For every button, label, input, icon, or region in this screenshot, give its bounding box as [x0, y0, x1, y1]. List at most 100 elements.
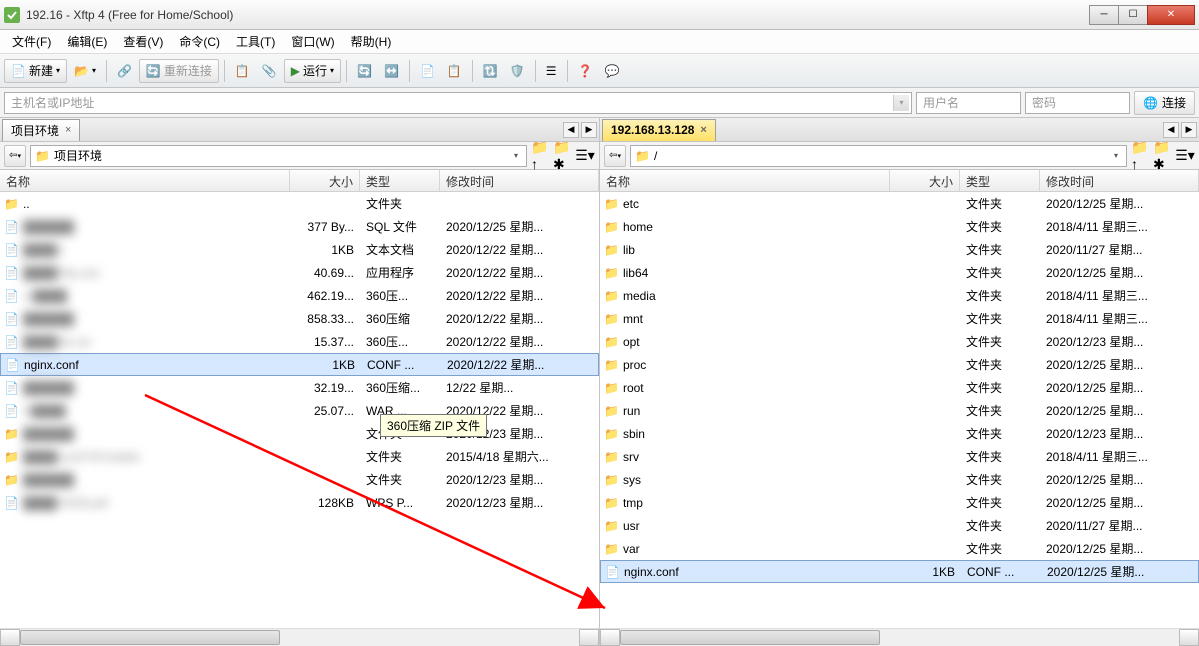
new-button[interactable]: 📄新建▾: [4, 59, 67, 83]
about-button[interactable]: 💬: [599, 59, 624, 83]
local-pane: 项目环境× ◀▶ ⇦▾ 📁项目环境▾ 📁↑ 📁✱ ☰▾ 名称 大小 类型 修改时…: [0, 118, 600, 646]
close-button[interactable]: ✕: [1147, 5, 1195, 25]
refresh-button[interactable]: 🔃: [478, 59, 503, 83]
remote-tab[interactable]: 192.168.13.128×: [602, 119, 716, 141]
new-folder-icon[interactable]: 📁✱: [1153, 146, 1173, 166]
file-row[interactable]: 📄██████377 By...SQL 文件2020/12/25 星期...: [0, 215, 599, 238]
menu-help[interactable]: 帮助(H): [345, 31, 398, 52]
file-row[interactable]: 📄N████25.07...WAR ...2020/12/22 星期...: [0, 399, 599, 422]
local-path-input[interactable]: 📁项目环境▾: [30, 145, 527, 167]
back-button[interactable]: ⇦▾: [4, 145, 26, 167]
file-row[interactable]: 📁██████文件夹2020/12/23 星期...: [0, 468, 599, 491]
file-row[interactable]: 📁opt文件夹2020/12/23 星期...: [600, 330, 1199, 353]
file-icon: 📄: [4, 243, 19, 257]
col-size[interactable]: 大小: [890, 170, 960, 191]
remote-scrollbar[interactable]: [600, 628, 1199, 646]
paste-button[interactable]: 📋: [442, 59, 467, 83]
file-row[interactable]: 📄██████858.33...360压缩2020/12/22 星期...: [0, 307, 599, 330]
maximize-button[interactable]: ☐: [1118, 5, 1148, 25]
file-row[interactable]: 📄vr████462.19...360压...2020/12/22 星期...: [0, 284, 599, 307]
back-button[interactable]: ⇦▾: [604, 145, 626, 167]
file-row[interactable]: 📁mnt文件夹2018/4/11 星期三...: [600, 307, 1199, 330]
view-icon[interactable]: ☰▾: [1175, 146, 1195, 166]
shield-button[interactable]: 🛡️: [505, 59, 530, 83]
password-input[interactable]: 密码: [1025, 92, 1130, 114]
file-icon: 📄: [4, 381, 19, 395]
col-type[interactable]: 类型: [360, 170, 440, 191]
connect-button[interactable]: 🌐连接: [1134, 91, 1195, 115]
tab-next-icon[interactable]: ▶: [581, 122, 597, 138]
folder-icon: 📁: [604, 197, 619, 211]
menu-edit[interactable]: 编辑(E): [61, 31, 113, 52]
view-icon[interactable]: ☰▾: [575, 146, 595, 166]
file-row[interactable]: 📁var文件夹2020/12/25 星期...: [600, 537, 1199, 560]
file-row[interactable]: 📁██████文件夹2020/12/23 星期...: [0, 422, 599, 445]
help-button[interactable]: ❓: [573, 59, 598, 83]
sync-button[interactable]: 🔄: [352, 59, 377, 83]
username-input[interactable]: 用户名: [916, 92, 1021, 114]
menu-file[interactable]: 文件(F): [6, 31, 57, 52]
host-input[interactable]: 主机名或IP地址▾: [4, 92, 912, 114]
file-name: ..: [23, 197, 30, 211]
close-icon[interactable]: ×: [700, 124, 706, 136]
minimize-button[interactable]: ─: [1089, 5, 1119, 25]
file-row[interactable]: 📁lib文件夹2020/11/27 星期...: [600, 238, 1199, 261]
file-row[interactable]: 📄nginx.conf1KBCONF ...2020/12/22 星期...: [0, 353, 599, 376]
reconnect-button[interactable]: 🔄重新连接: [139, 59, 219, 83]
tab-prev-icon[interactable]: ◀: [1163, 122, 1179, 138]
file-name: root: [623, 381, 644, 395]
tab-prev-icon[interactable]: ◀: [563, 122, 579, 138]
remote-path-input[interactable]: 📁/▾: [630, 145, 1127, 167]
file-row[interactable]: 📁████cureFXPortable文件夹2015/4/18 星期六...: [0, 445, 599, 468]
up-folder-icon[interactable]: 📁↑: [1131, 146, 1151, 166]
transfer-button[interactable]: ↔️: [379, 59, 404, 83]
folder-icon: 📁: [4, 197, 19, 211]
file-name: nginx.conf: [624, 565, 679, 579]
copy2-button[interactable]: 📄: [415, 59, 440, 83]
file-row[interactable]: 📁usr文件夹2020/11/27 星期...: [600, 514, 1199, 537]
list-button[interactable]: ☰: [541, 59, 562, 83]
file-row[interactable]: 📁run文件夹2020/12/25 星期...: [600, 399, 1199, 422]
new-folder-icon[interactable]: 📁✱: [553, 146, 573, 166]
local-scrollbar[interactable]: [0, 628, 599, 646]
menu-view[interactable]: 查看(V): [117, 31, 169, 52]
file-row[interactable]: 📄████04p.exe40.69...应用程序2020/12/22 星期...: [0, 261, 599, 284]
local-tab[interactable]: 项目环境×: [2, 119, 80, 141]
col-name[interactable]: 名称: [600, 170, 890, 191]
file-row[interactable]: 📄████.t1KB文本文档2020/12/22 星期...: [0, 238, 599, 261]
file-row[interactable]: 📁root文件夹2020/12/25 星期...: [600, 376, 1199, 399]
link-button[interactable]: 🔗: [112, 59, 137, 83]
file-row[interactable]: 📄████-0428.pdf128KBWPS P...2020/12/23 星期…: [0, 491, 599, 514]
col-name[interactable]: 名称: [0, 170, 290, 191]
file-row[interactable]: 📁sys文件夹2020/12/25 星期...: [600, 468, 1199, 491]
attach-button[interactable]: 📎: [257, 59, 282, 83]
close-icon[interactable]: ×: [65, 124, 71, 136]
menu-command[interactable]: 命令(C): [173, 31, 226, 52]
file-row[interactable]: 📁media文件夹2018/4/11 星期三...: [600, 284, 1199, 307]
menu-tools[interactable]: 工具(T): [230, 31, 281, 52]
file-row[interactable]: 📁home文件夹2018/4/11 星期三...: [600, 215, 1199, 238]
col-size[interactable]: 大小: [290, 170, 360, 191]
folder-icon: 📁: [604, 450, 619, 464]
file-row[interactable]: 📄████ble.rar15.37...360压...2020/12/22 星期…: [0, 330, 599, 353]
remote-pane: 192.168.13.128× ◀▶ ⇦▾ 📁/▾ 📁↑ 📁✱ ☰▾ 名称 大小…: [600, 118, 1199, 646]
file-row[interactable]: 📁sbin文件夹2020/12/23 星期...: [600, 422, 1199, 445]
file-row[interactable]: 📁proc文件夹2020/12/25 星期...: [600, 353, 1199, 376]
col-type[interactable]: 类型: [960, 170, 1040, 191]
up-folder-icon[interactable]: 📁↑: [531, 146, 551, 166]
tab-next-icon[interactable]: ▶: [1181, 122, 1197, 138]
menu-window[interactable]: 窗口(W): [285, 31, 340, 52]
file-row[interactable]: 📁etc文件夹2020/12/25 星期...: [600, 192, 1199, 215]
open-folder-button[interactable]: 📂▾: [69, 59, 101, 83]
file-row[interactable]: 📁tmp文件夹2020/12/25 星期...: [600, 491, 1199, 514]
folder-icon: 📁: [604, 519, 619, 533]
file-row[interactable]: 📄nginx.conf1KBCONF ...2020/12/25 星期...: [600, 560, 1199, 583]
file-row[interactable]: 📁..文件夹: [0, 192, 599, 215]
run-button[interactable]: ▶运行▾: [284, 59, 341, 83]
file-row[interactable]: 📄██████32.19...360压缩...12/22 星期...: [0, 376, 599, 399]
col-date[interactable]: 修改时间: [440, 170, 599, 191]
file-row[interactable]: 📁srv文件夹2018/4/11 星期三...: [600, 445, 1199, 468]
col-date[interactable]: 修改时间: [1040, 170, 1199, 191]
copy-button[interactable]: 📋: [230, 59, 255, 83]
file-row[interactable]: 📁lib64文件夹2020/12/25 星期...: [600, 261, 1199, 284]
